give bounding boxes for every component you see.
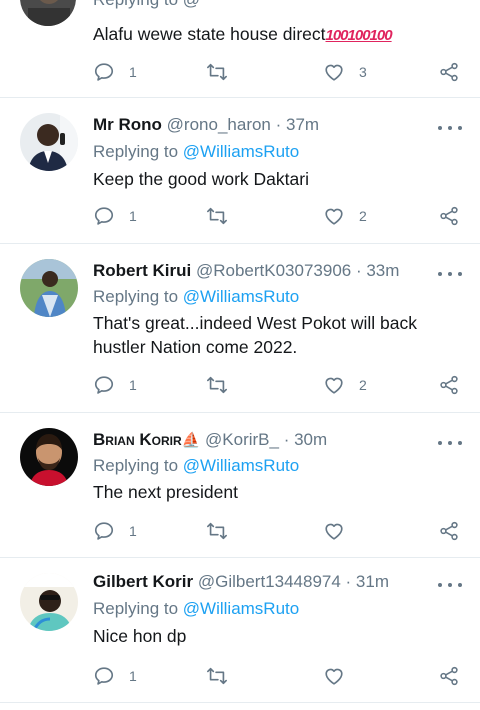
more-icon	[438, 272, 442, 276]
like-count: 2	[359, 377, 367, 393]
reply-count: 1	[129, 64, 137, 80]
reply-item[interactable]: Robert Kirui @RobertK03073906 · 33m Repl…	[0, 244, 480, 413]
display-name[interactable]: Robert Kirui	[93, 261, 191, 280]
reply-header: Robert Kirui @RobertK03073906 · 33m	[93, 260, 399, 282]
mention-link[interactable]: @WilliamsRuto	[183, 142, 299, 161]
heart-icon	[325, 64, 343, 81]
reply-icon	[94, 522, 114, 540]
share-icon	[440, 521, 458, 541]
like-button[interactable]: 2	[323, 373, 367, 397]
mention-link[interactable]: @WilliamsRuto	[183, 599, 299, 618]
reply-header: Mr Rono @rono_haron · 37m	[93, 114, 319, 136]
avatar[interactable]	[20, 428, 78, 486]
like-button[interactable]	[323, 519, 359, 543]
reply-button[interactable]: 1	[93, 519, 137, 543]
hundred-emoji-icon: 100100100	[325, 27, 393, 44]
action-bar: 1	[0, 664, 480, 688]
reply-count: 1	[129, 668, 137, 684]
reply-button[interactable]: 1	[93, 664, 137, 688]
share-button[interactable]	[438, 60, 460, 84]
heart-icon	[325, 523, 343, 540]
action-bar: 1 3	[0, 60, 480, 84]
reply-count: 1	[129, 523, 137, 539]
reply-header: Gilbert Korir @Gilbert13448974 · 31m	[93, 571, 389, 593]
handle-timestamp[interactable]: @rono_haron · 37m	[167, 115, 319, 134]
reply-icon	[94, 376, 114, 394]
display-name[interactable]: Mr Rono	[93, 115, 162, 134]
reply-icon	[94, 667, 114, 685]
retweet-icon	[207, 522, 227, 540]
replying-to: Replying to @WilliamsRuto	[93, 599, 300, 618]
retweet-button[interactable]	[206, 519, 228, 543]
more-icon	[438, 441, 442, 445]
share-icon	[440, 62, 458, 82]
retweet-icon	[207, 376, 227, 394]
share-button[interactable]	[438, 519, 460, 543]
avatar[interactable]	[20, 0, 76, 26]
avatar[interactable]	[20, 113, 78, 171]
reply-count: 1	[129, 377, 137, 393]
reply-count: 1	[129, 208, 137, 224]
retweet-button[interactable]	[206, 204, 228, 228]
retweet-icon	[207, 63, 227, 81]
share-button[interactable]	[438, 664, 460, 688]
more-button[interactable]	[438, 435, 462, 451]
like-button[interactable]	[323, 664, 359, 688]
reply-text: That's great...indeed West Pokot will ba…	[93, 313, 418, 357]
avatar[interactable]	[20, 573, 78, 631]
retweet-icon	[207, 207, 227, 225]
action-bar: 1	[0, 519, 480, 543]
reply-item[interactable]: Brian Korir⛵ @KorirB_ · 30m Replying to …	[0, 413, 480, 558]
handle-timestamp[interactable]: @Gilbert13448974 · 31m	[198, 572, 389, 591]
reply-icon	[94, 63, 114, 81]
retweet-button[interactable]	[206, 664, 228, 688]
display-name[interactable]: Gilbert Korir	[93, 572, 193, 591]
reply-item[interactable]: Mr Rono @rono_haron · 37m Replying to @W…	[0, 98, 480, 244]
handle-timestamp[interactable]: @KorirB_ · 30m	[205, 430, 327, 449]
more-button[interactable]	[438, 266, 462, 282]
share-icon	[440, 375, 458, 395]
heart-icon	[325, 668, 343, 685]
action-bar: 1 2	[0, 373, 480, 397]
replying-to: Replying to @WilliamsRuto	[93, 287, 300, 306]
like-count: 2	[359, 208, 367, 224]
reply-text: Nice hon dp	[93, 626, 187, 646]
share-button[interactable]	[438, 373, 460, 397]
handle-timestamp[interactable]: @RobertK03073906 · 33m	[196, 261, 399, 280]
retweet-button[interactable]	[206, 60, 228, 84]
share-icon	[440, 666, 458, 686]
reply-top[interactable]: Replying to @ Alafu wewe state house dir…	[0, 0, 480, 98]
reply-text: Keep the good work Daktari	[93, 169, 309, 189]
replying-to: Replying to @WilliamsRuto	[93, 142, 300, 161]
share-icon	[440, 206, 458, 226]
action-bar: 1 2	[0, 204, 480, 228]
like-button[interactable]: 2	[323, 204, 367, 228]
reply-text: Alafu wewe state house direct100100100	[93, 24, 393, 44]
share-button[interactable]	[438, 204, 460, 228]
reply-button[interactable]: 1	[93, 60, 137, 84]
display-name[interactable]: Brian Korir	[93, 430, 182, 449]
reply-item[interactable]: Gilbert Korir @Gilbert13448974 · 31m Rep…	[0, 558, 480, 703]
replying-to-partial: Replying to @	[93, 0, 200, 11]
more-icon	[438, 126, 442, 130]
retweet-button[interactable]	[206, 373, 228, 397]
retweet-icon	[207, 667, 227, 685]
like-count: 3	[359, 64, 367, 80]
more-icon	[438, 583, 442, 587]
reply-header: Brian Korir⛵ @KorirB_ · 30m	[93, 429, 327, 452]
replying-to: Replying to @WilliamsRuto	[93, 456, 300, 475]
more-button[interactable]	[438, 577, 462, 593]
mention-link[interactable]: @WilliamsRuto	[183, 287, 299, 306]
mention-link[interactable]: @WilliamsRuto	[183, 456, 299, 475]
reply-button[interactable]: 1	[93, 373, 137, 397]
avatar[interactable]	[20, 259, 78, 317]
heart-icon	[325, 377, 343, 394]
sailboat-badge-icon: ⛵	[181, 432, 201, 449]
reply-icon	[94, 207, 114, 225]
heart-icon	[325, 208, 343, 225]
more-button[interactable]	[438, 120, 462, 136]
like-button[interactable]: 3	[323, 60, 367, 84]
reply-button[interactable]: 1	[93, 204, 137, 228]
reply-text: The next president	[93, 482, 238, 502]
